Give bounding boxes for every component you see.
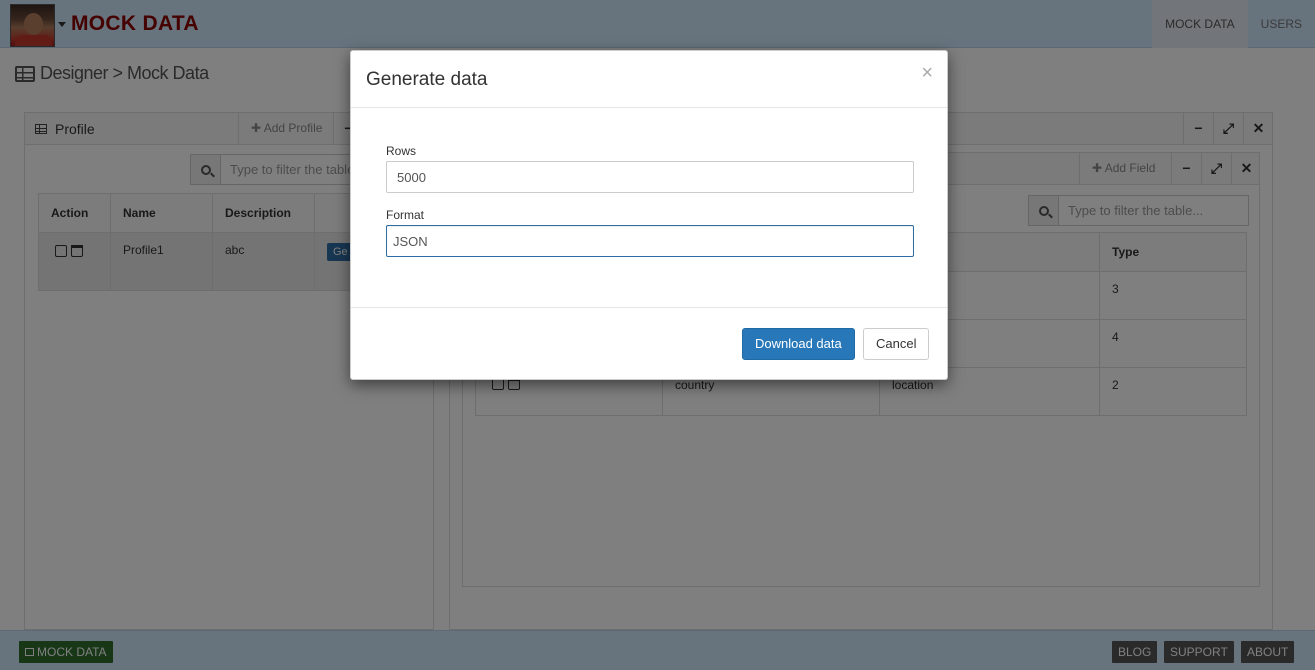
download-data-button[interactable]: Download data	[742, 328, 855, 360]
format-label: Format	[386, 208, 425, 222]
rows-input[interactable]	[386, 161, 914, 193]
modal-footer: Download data Cancel	[351, 307, 947, 381]
format-input[interactable]	[386, 225, 914, 257]
rows-label: Rows	[386, 144, 417, 158]
modal-title: Generate data	[366, 69, 488, 90]
modal-header: Generate data ×	[351, 51, 947, 108]
generate-data-modal: Generate data × Rows Format Download dat…	[350, 50, 948, 380]
close-icon[interactable]: ×	[921, 62, 933, 85]
cancel-button[interactable]: Cancel	[863, 328, 930, 360]
